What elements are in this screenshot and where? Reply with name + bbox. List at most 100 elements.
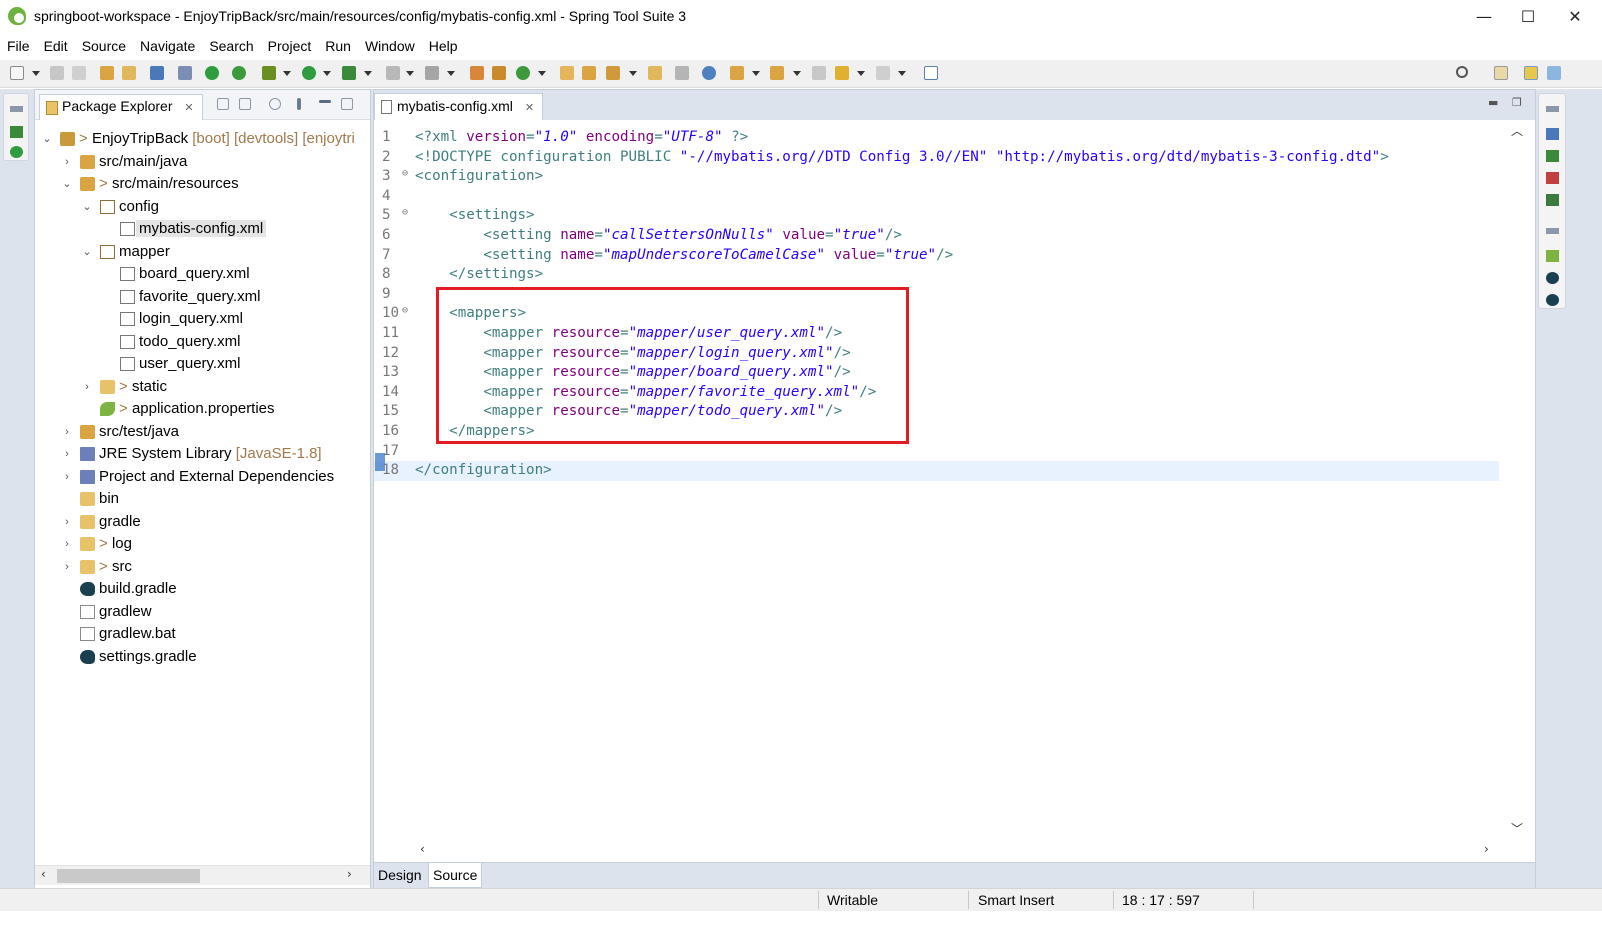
fold-icon[interactable]: ⊖: [402, 203, 408, 223]
tree-item[interactable]: ⌄ > EnjoyTripBack [boot] [devtools] [enjo…: [35, 128, 370, 150]
javadoc-icon[interactable]: [1546, 172, 1559, 184]
forward-icon[interactable]: [876, 66, 890, 80]
tree-item[interactable]: › src/main/java: [35, 151, 370, 173]
expand-icon[interactable]: ›: [61, 533, 73, 555]
minimize-button[interactable]: —: [1470, 6, 1498, 28]
restore-icon[interactable]: [1546, 228, 1559, 234]
servers-icon[interactable]: [10, 126, 23, 138]
minimize-view-icon[interactable]: [319, 100, 331, 103]
maximize-view-icon[interactable]: [341, 98, 353, 110]
collapse-icon[interactable]: ⌄: [81, 241, 93, 263]
scroll-right-icon[interactable]: ›: [1484, 842, 1489, 856]
tab-design[interactable]: Design: [374, 863, 426, 888]
new-dropdown-icon[interactable]: [32, 71, 40, 76]
menu-project[interactable]: Project: [261, 36, 319, 54]
spring-perspective-icon[interactable]: [1524, 66, 1538, 80]
open-folder-icon[interactable]: [560, 66, 574, 80]
expand-icon[interactable]: ›: [81, 376, 93, 398]
deploy-dropdown-icon[interactable]: [447, 71, 455, 76]
gradle-tasks-icon[interactable]: [1546, 250, 1559, 262]
boot-dashboard-trim-icon[interactable]: [10, 146, 23, 158]
editor-horizontal-scrollbar[interactable]: ‹ ›: [414, 842, 1499, 858]
status-cursor-position[interactable]: 18 : 17 : 597: [1122, 892, 1200, 908]
problems-icon[interactable]: [1546, 150, 1559, 162]
back-dropdown-icon[interactable]: [857, 71, 865, 76]
new-spring-project-icon[interactable]: [516, 66, 530, 80]
stop-icon[interactable]: [386, 66, 400, 80]
link-with-editor-icon[interactable]: [239, 98, 251, 110]
save-icon[interactable]: [50, 66, 64, 80]
gradle-executions-icon[interactable]: [1546, 272, 1559, 284]
menu-search[interactable]: Search: [202, 36, 260, 54]
declaration-icon[interactable]: [1546, 194, 1559, 206]
open-file-icon[interactable]: [582, 66, 596, 80]
new-icon[interactable]: [10, 66, 24, 80]
tree-item[interactable]: settings.gradle: [35, 646, 370, 668]
filters-icon[interactable]: [269, 98, 281, 110]
maximize-editor-icon[interactable]: ❐: [1512, 96, 1522, 109]
debug-icon[interactable]: [262, 66, 276, 80]
collapse-icon[interactable]: ⌄: [41, 128, 53, 150]
external-tools-dropdown-icon[interactable]: [364, 71, 372, 76]
stop-dropdown-icon[interactable]: [406, 71, 414, 76]
tree-item[interactable]: › gradle: [35, 511, 370, 533]
external-tools-icon[interactable]: [342, 66, 356, 80]
run-dropdown-icon[interactable]: [323, 71, 331, 76]
tree-item[interactable]: ⌄ config: [35, 196, 370, 218]
new-spring-dropdown-icon[interactable]: [538, 71, 546, 76]
skip-breakpoints-icon[interactable]: [178, 66, 192, 80]
debug-dropdown-icon[interactable]: [283, 71, 291, 76]
tree-item[interactable]: gradlew: [35, 601, 370, 623]
previous-annotation-icon[interactable]: [770, 66, 784, 80]
scroll-right-icon[interactable]: ›: [347, 867, 352, 881]
tree-item[interactable]: › JRE System Library [JavaSE-1.8]: [35, 443, 370, 465]
scroll-up-icon[interactable]: ︿: [1511, 122, 1523, 139]
last-edit-icon[interactable]: [812, 66, 826, 80]
forward-dropdown-icon[interactable]: [898, 71, 906, 76]
tree-item[interactable]: bin: [35, 488, 370, 510]
run-icon[interactable]: [302, 66, 316, 80]
search-folder-icon[interactable]: [648, 66, 662, 80]
tree-item[interactable]: › src/test/java: [35, 421, 370, 443]
relaunch-icon[interactable]: [232, 66, 246, 80]
horizontal-scrollbar[interactable]: ‹ ›: [35, 865, 370, 885]
new-class-icon[interactable]: [492, 66, 506, 80]
next-annotation-icon[interactable]: [730, 66, 744, 80]
minimize-editor-icon[interactable]: ▬: [1488, 96, 1498, 109]
gradle-console-icon[interactable]: [1546, 294, 1559, 306]
expand-icon[interactable]: ›: [61, 443, 73, 465]
tree-item[interactable]: login_query.xml: [35, 308, 370, 330]
code-area[interactable]: 1 <?xml version="1.0" encoding="UTF-8" ?>…: [374, 120, 1499, 850]
expand-icon[interactable]: ›: [61, 151, 73, 173]
menu-file[interactable]: File: [0, 36, 37, 54]
fold-icon[interactable]: ⊖: [402, 301, 408, 321]
scroll-down-icon[interactable]: ﹀: [1511, 820, 1523, 837]
scroll-left-icon[interactable]: ‹: [420, 842, 425, 856]
tree-item[interactable]: build.gradle: [35, 578, 370, 600]
menu-run[interactable]: Run: [318, 36, 358, 54]
web-browser-icon[interactable]: [702, 66, 716, 80]
close-icon[interactable]: ✕: [184, 102, 193, 114]
open-type-icon[interactable]: [100, 66, 114, 80]
menu-source[interactable]: Source: [75, 36, 133, 54]
tree-item[interactable]: > application.properties: [35, 398, 370, 420]
menu-window[interactable]: Window: [358, 36, 422, 54]
menu-navigate[interactable]: Navigate: [133, 36, 202, 54]
view-menu-icon[interactable]: [297, 98, 301, 110]
close-window-button[interactable]: ✕: [1561, 6, 1589, 28]
tree-item[interactable]: › > src: [35, 556, 370, 578]
tree-item[interactable]: gradlew.bat: [35, 623, 370, 645]
boot-dashboard-icon[interactable]: [205, 66, 219, 80]
task-icon[interactable]: [606, 66, 620, 80]
tree-item[interactable]: › > static: [35, 376, 370, 398]
annotation-icon[interactable]: [675, 66, 689, 80]
tab-source[interactable]: Source: [428, 863, 483, 888]
fold-icon[interactable]: ⊖: [402, 164, 408, 184]
scroll-thumb[interactable]: [57, 869, 200, 883]
save-all-icon[interactable]: [72, 66, 86, 80]
search-icon[interactable]: [1456, 66, 1468, 78]
editor-vertical-scrollbar[interactable]: ︿ ﹀: [1499, 120, 1535, 840]
java-perspective-icon[interactable]: [1547, 66, 1561, 80]
tree-item[interactable]: todo_query.xml: [35, 331, 370, 353]
tree-item[interactable]: favorite_query.xml: [35, 286, 370, 308]
